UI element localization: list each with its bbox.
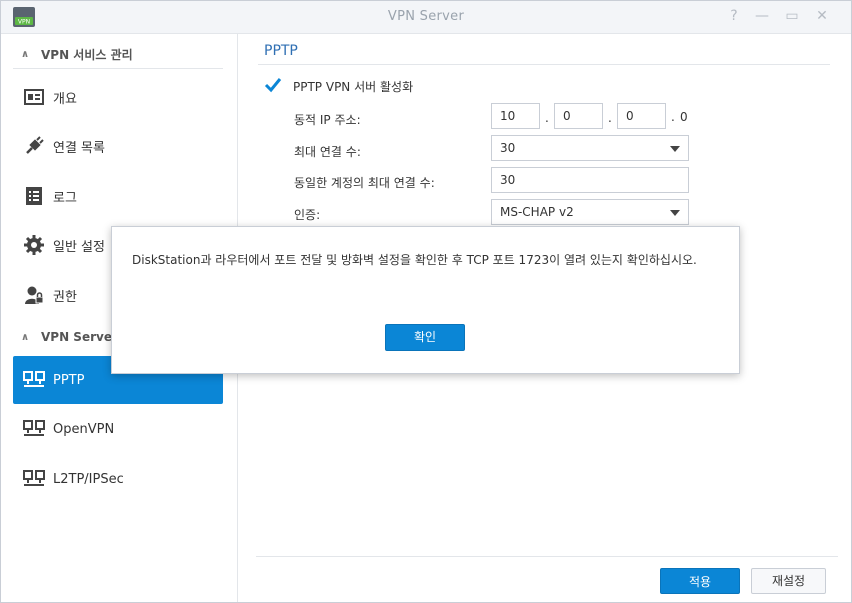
close-button[interactable]: ✕ bbox=[813, 7, 831, 25]
minimize-button[interactable]: — bbox=[753, 7, 771, 25]
sidebar-group-vpn-server[interactable]: ∧ VPN Server bbox=[21, 326, 118, 348]
gear-icon bbox=[23, 234, 45, 256]
sidebar-item-label: 개요 bbox=[53, 91, 77, 107]
sidebar-item-overview[interactable]: 개요 bbox=[13, 79, 223, 115]
ip-separator: . bbox=[545, 111, 549, 125]
ip-separator: . bbox=[608, 111, 612, 125]
ip-separator: . bbox=[671, 110, 675, 124]
enable-pptp-label[interactable]: PPTP VPN 서버 활성화 bbox=[293, 78, 413, 95]
sidebar-item-log[interactable]: 로그 bbox=[13, 178, 223, 214]
help-button[interactable]: ? bbox=[725, 7, 743, 25]
max-connections-select[interactable]: 30 bbox=[491, 135, 689, 161]
dropdown-arrow-icon bbox=[670, 146, 680, 152]
footer-divider bbox=[256, 556, 838, 557]
ip-octet-4: 0 bbox=[680, 110, 688, 124]
dialog-message: DiskStation과 라우터에서 포트 전달 및 방화벽 설정을 확인한 후… bbox=[132, 253, 697, 267]
sidebar-group-label: VPN Server bbox=[41, 330, 118, 344]
dialog-ok-button[interactable]: 확인 bbox=[385, 324, 465, 351]
enable-pptp-checkbox[interactable] bbox=[264, 76, 282, 94]
reset-button[interactable]: 재설정 bbox=[751, 568, 826, 594]
auth-label: 인증: bbox=[294, 208, 321, 222]
sidebar-group-label: VPN 서비스 관리 bbox=[41, 47, 133, 62]
max-same-account-label: 동일한 계정의 최대 연결 수: bbox=[294, 176, 435, 190]
user-lock-icon bbox=[23, 284, 45, 306]
sidebar-item-connection-list[interactable]: 연결 목록 bbox=[13, 128, 223, 164]
title-bar[interactable]: VPN VPN Server ? — ▭ ✕ bbox=[1, 1, 851, 34]
overview-card-icon bbox=[23, 86, 45, 108]
maximize-button[interactable]: ▭ bbox=[783, 7, 801, 25]
auth-value: MS-CHAP v2 bbox=[500, 205, 574, 219]
checkmark-icon bbox=[264, 78, 282, 93]
plug-icon bbox=[23, 135, 45, 157]
sidebar-item-label: L2TP/IPSec bbox=[53, 471, 124, 487]
sidebar-group-vpn-management[interactable]: ∧ VPN 서비스 관리 bbox=[21, 43, 133, 65]
sidebar-divider bbox=[13, 68, 223, 69]
sidebar-item-label: 권한 bbox=[53, 289, 77, 305]
network-icon bbox=[23, 418, 45, 440]
dynamic-ip-label: 동적 IP 주소: bbox=[294, 113, 361, 127]
dropdown-arrow-icon bbox=[670, 210, 680, 216]
sidebar-item-label: 연결 목록 bbox=[53, 140, 105, 156]
sidebar-item-label: 로그 bbox=[53, 190, 77, 206]
port-forward-dialog: DiskStation과 라우터에서 포트 전달 및 방화벽 설정을 확인한 후… bbox=[111, 226, 740, 374]
ip-octet-3-input[interactable]: 0 bbox=[617, 103, 666, 129]
ip-octet-2-input[interactable]: 0 bbox=[554, 103, 603, 129]
chevron-up-icon: ∧ bbox=[21, 331, 30, 343]
sidebar-item-openvpn[interactable]: OpenVPN bbox=[13, 411, 223, 447]
sidebar-item-label: OpenVPN bbox=[53, 421, 115, 437]
max-connections-label: 최대 연결 수: bbox=[294, 145, 361, 159]
sidebar-item-label: PPTP bbox=[53, 372, 85, 388]
network-icon bbox=[23, 468, 45, 490]
chevron-up-icon: ∧ bbox=[21, 48, 30, 60]
apply-button[interactable]: 적용 bbox=[660, 568, 740, 594]
network-icon bbox=[23, 369, 45, 391]
ip-octet-1-input[interactable]: 10 bbox=[491, 103, 540, 129]
sidebar-item-label: 일반 설정 bbox=[53, 239, 105, 255]
log-list-icon bbox=[23, 185, 45, 207]
max-same-account-input[interactable]: 30 bbox=[491, 167, 689, 193]
window-title: VPN Server bbox=[387, 9, 465, 24]
section-title: PPTP bbox=[264, 43, 298, 59]
section-divider bbox=[258, 64, 830, 65]
max-connections-value: 30 bbox=[500, 141, 516, 155]
auth-select[interactable]: MS-CHAP v2 bbox=[491, 199, 689, 225]
sidebar-item-l2tp-ipsec[interactable]: L2TP/IPSec bbox=[13, 461, 223, 497]
